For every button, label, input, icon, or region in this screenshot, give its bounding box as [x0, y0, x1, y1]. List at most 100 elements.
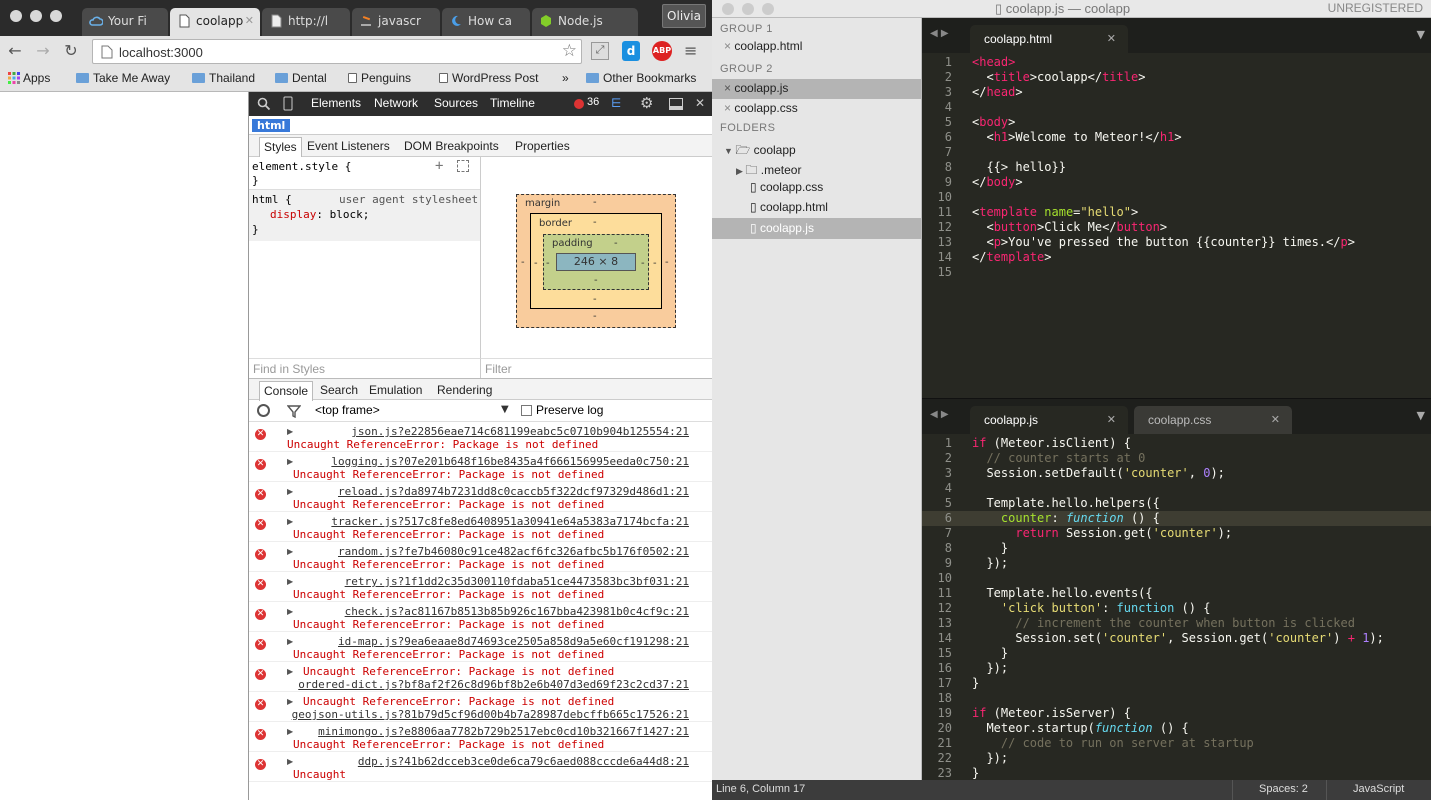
file-item[interactable]: ▯ coolapp.html: [750, 200, 828, 214]
source-link[interactable]: tracker.js?517c8fe8ed6408951a30941e64a53…: [331, 515, 689, 528]
editor-tab[interactable]: coolapp.css ✕: [1134, 406, 1292, 434]
source-link[interactable]: minimongo.js?e8806aa7782b729b2517ebc0cd1…: [318, 725, 689, 738]
console-error-row[interactable]: ✕ ▶ retry.js?1f1dd2c35d300110fdaba51ce4473…: [249, 572, 712, 602]
console-drawer-icon[interactable]: ⋿: [611, 96, 621, 110]
source-link[interactable]: geojson-utils.js?81b79d5cf96d00b4b7a2898…: [292, 708, 689, 721]
console-error-row[interactable]: ✕ ▶ minimongo.js?e8806aa7782b729b2517ebc0c…: [249, 722, 712, 752]
indentation-selector[interactable]: Spaces: 2: [1232, 780, 1326, 800]
code-line[interactable]: 22 });: [922, 751, 1431, 766]
code-line[interactable]: 21 // code to run on server at startup: [922, 736, 1431, 751]
console-error-row[interactable]: ✕ ▶ id-map.js?9ea6eaae8d74693ce2505a858d9a…: [249, 632, 712, 662]
editor-tab-active[interactable]: coolapp.js ✕: [970, 406, 1128, 434]
console-error-row[interactable]: ✕ ▶ tracker.js?517c8fe8ed6408951a30941e64a…: [249, 512, 712, 542]
browser-tab-active[interactable]: coolapp ✕: [170, 8, 260, 36]
code-line[interactable]: 12 <button>Click Me</button>: [922, 220, 1431, 235]
find-in-styles-input[interactable]: Find in Styles: [249, 358, 481, 378]
code-line[interactable]: 5 <body>: [922, 115, 1431, 130]
expand-arrow-icon[interactable]: ▶: [287, 637, 293, 646]
expand-arrow-icon[interactable]: ▶: [287, 427, 293, 436]
frame-dropdown-icon[interactable]: ▼: [501, 404, 509, 415]
syntax-selector[interactable]: JavaScript: [1326, 780, 1431, 800]
add-rule-icon[interactable]: +: [435, 158, 443, 174]
collapse-arrow-icon[interactable]: ▶: [736, 166, 745, 176]
code-line[interactable]: 1 <head>: [922, 55, 1431, 70]
crumb-html[interactable]: html: [252, 119, 291, 132]
source-link[interactable]: reload.js?da8974b7231dd8c0caccb5f322dcf9…: [338, 485, 689, 498]
preserve-log-checkbox[interactable]: [521, 405, 532, 416]
code-line[interactable]: 5 Template.hello.helpers({: [922, 496, 1431, 511]
open-file-item[interactable]: × coolapp.css: [724, 101, 798, 115]
bookmark-page[interactable]: WordPress Post: [439, 71, 538, 85]
code-line[interactable]: 9 });: [922, 556, 1431, 571]
source-link[interactable]: check.js?ac81167b8513b85b926c167bba42398…: [345, 605, 689, 618]
code-line[interactable]: 19 if (Meteor.isServer) {: [922, 706, 1431, 721]
close-tab-icon[interactable]: ✕: [1107, 413, 1116, 426]
dock-icon[interactable]: [669, 98, 683, 110]
source-link[interactable]: retry.js?1f1dd2c35d300110fdaba51ce447358…: [345, 575, 689, 588]
code-line[interactable]: 3 Session.setDefault('counter', 0);: [922, 466, 1431, 481]
filter-icon[interactable]: [287, 404, 301, 418]
expand-arrow-icon[interactable]: ▶: [287, 517, 293, 526]
close-window-button[interactable]: [10, 10, 22, 22]
zoom-window-button[interactable]: [762, 3, 774, 15]
console-error-row[interactable]: ✕ ▶ check.js?ac81167b8513b85b926c167bba423…: [249, 602, 712, 632]
browser-tab[interactable]: javascr: [352, 8, 440, 36]
expand-arrow-icon[interactable]: ▶: [287, 577, 293, 586]
code-line[interactable]: 14 Session.set('counter', Session.get('c…: [922, 631, 1431, 646]
close-devtools-icon[interactable]: ✕: [695, 96, 705, 110]
zoom-window-button[interactable]: [50, 10, 62, 22]
html-selector[interactable]: html {: [252, 193, 292, 206]
source-link[interactable]: ordered-dict.js?bf8af2f26c8d96bf8b2e6b40…: [298, 678, 689, 691]
open-file-item[interactable]: × coolapp.js: [724, 81, 788, 95]
expand-arrow-icon[interactable]: ▶: [287, 757, 293, 766]
code-line[interactable]: 18: [922, 691, 1431, 706]
console-error-row[interactable]: ✕ ▶ logging.js?07e201b648f16be8435a4f66615…: [249, 452, 712, 482]
frame-selector[interactable]: <top frame>: [315, 403, 380, 417]
code-line[interactable]: 11 Template.hello.events({: [922, 586, 1431, 601]
console-error-row[interactable]: ✕ ▶ ddp.js?41b62dcceb3ce0de6ca79c6aed088cc…: [249, 752, 712, 782]
bookmark-apps[interactable]: Apps: [8, 71, 50, 85]
minimize-window-button[interactable]: [30, 10, 42, 22]
source-link[interactable]: random.js?fe7b46080c91ce482acf6fc326afbc…: [338, 545, 689, 558]
close-tab-icon[interactable]: ✕: [1107, 32, 1116, 45]
adblock-icon[interactable]: ABP: [652, 41, 672, 61]
console-error-row[interactable]: ✕ ▶ random.js?fe7b46080c91ce482acf6fc326af…: [249, 542, 712, 572]
tab-sources[interactable]: Sources: [434, 96, 478, 110]
bookmarks-overflow-button[interactable]: »: [562, 71, 569, 85]
tab-properties[interactable]: Properties: [511, 137, 574, 157]
extension-icon[interactable]: ⤢: [591, 42, 609, 60]
expand-arrow-icon[interactable]: ▼: [724, 146, 735, 156]
code-line[interactable]: 17}: [922, 676, 1431, 691]
open-file-item[interactable]: × coolapp.html: [724, 39, 802, 53]
tab-styles[interactable]: Styles: [259, 137, 302, 157]
console-error-row[interactable]: ✕ ▶ json.js?e22856eae714c681199eabc5c0710b…: [249, 422, 712, 452]
expand-arrow-icon[interactable]: ▶: [287, 457, 293, 466]
tab-nav-arrows-icon[interactable]: ◀ ▶: [930, 28, 949, 39]
code-line[interactable]: 6 <h1>Welcome to Meteor!</h1>: [922, 130, 1431, 145]
code-line[interactable]: 4: [922, 100, 1431, 115]
close-file-icon[interactable]: ×: [724, 39, 734, 53]
expand-arrow-icon[interactable]: ▶: [287, 547, 293, 556]
forward-button[interactable]: →: [32, 40, 54, 62]
reload-button[interactable]: ↻: [60, 40, 82, 62]
bookmark-page[interactable]: Penguins: [348, 71, 411, 85]
clear-console-icon[interactable]: [257, 404, 270, 417]
code-line[interactable]: 15 }: [922, 646, 1431, 661]
console-error-row[interactable]: ✕ ▶ Uncaught ReferenceError: Package is no…: [249, 662, 712, 692]
code-line[interactable]: 7 return Session.get('counter');: [922, 526, 1431, 541]
toggle-state-icon[interactable]: [457, 160, 469, 172]
d-extension-icon[interactable]: d: [622, 41, 640, 61]
minimize-window-button[interactable]: [742, 3, 754, 15]
bookmark-folder[interactable]: Other Bookmarks: [586, 71, 696, 85]
file-item[interactable]: ▯ coolapp.css: [750, 180, 823, 194]
file-item-selected[interactable]: ▯ coolapp.js: [750, 221, 814, 235]
code-line[interactable]: 9 </body>: [922, 175, 1431, 190]
code-line[interactable]: 10: [922, 571, 1431, 586]
code-area[interactable]: 1 <head> 2 <title>coolapp</title> 3 </head> 4…: [922, 55, 1431, 280]
tab-rendering[interactable]: Rendering: [433, 381, 496, 401]
tab-dom-breakpoints[interactable]: DOM Breakpoints: [400, 137, 503, 157]
search-icon[interactable]: [257, 97, 271, 111]
code-line[interactable]: 4: [922, 481, 1431, 496]
close-file-icon[interactable]: ×: [724, 101, 734, 115]
tab-console[interactable]: Console: [259, 381, 314, 401]
